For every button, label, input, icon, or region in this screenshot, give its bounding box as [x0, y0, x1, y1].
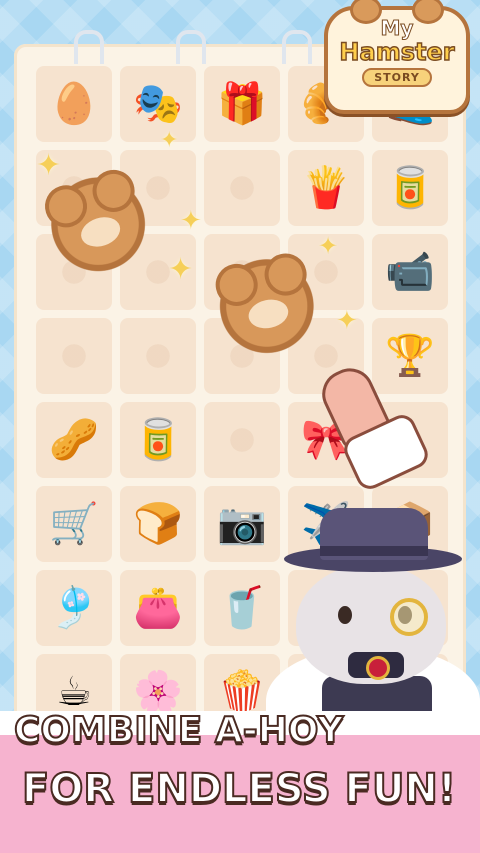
smoothie-item-glyph: 🥤: [217, 585, 267, 631]
gift-bag-item-glyph: 🎁: [217, 81, 267, 127]
wind-chime-item[interactable]: 🎐: [36, 570, 112, 646]
egg-and-bread-item-glyph: 🥚: [49, 81, 99, 127]
teddy-bear-face: [77, 212, 124, 252]
pistachio-item[interactable]: 🥜: [36, 402, 112, 478]
empty-cell[interactable]: [204, 150, 280, 226]
pistachio-item-glyph: 🥜: [49, 417, 99, 463]
camera-item[interactable]: 📹: [372, 234, 448, 310]
wind-chime-item-glyph: 🎐: [49, 585, 99, 631]
hamster-can-item[interactable]: 🥫: [372, 150, 448, 226]
logo-text-hamster: Hamster: [339, 37, 456, 66]
empty-cell[interactable]: [36, 318, 112, 394]
notebook-ring: [282, 30, 312, 64]
sparkle-icon: ✦: [160, 128, 179, 153]
game-logo: My Hamster STORY: [324, 0, 470, 114]
coffee-beans-item-glyph: ☕: [56, 669, 92, 715]
mascot-eye: [338, 606, 352, 624]
luggage-cart-item-glyph: 🛒: [49, 501, 99, 547]
hamster-can-item-glyph: 🥫: [385, 165, 435, 211]
snack-meal-item[interactable]: 🍟: [288, 150, 364, 226]
gift-bag-item[interactable]: 🎁: [204, 66, 280, 142]
empty-cell[interactable]: [204, 402, 280, 478]
logo-ears: [328, 0, 466, 24]
empty-cell[interactable]: [120, 318, 196, 394]
sparkle-icon: ✦: [336, 306, 358, 336]
logo-text-story: STORY: [362, 68, 432, 87]
sparkle-icon: ✦: [168, 252, 194, 287]
notebook-ring: [74, 30, 104, 64]
camera-item-glyph: 📹: [385, 249, 435, 295]
sparkle-icon: ✦: [318, 232, 339, 260]
sparkle-icon: ✦: [180, 206, 202, 236]
snack-meal-item-glyph: 🍟: [301, 165, 351, 211]
hamster-can-item[interactable]: 🥫: [120, 402, 196, 478]
tagline-line-2: FOR ENDLESS FUN!: [21, 765, 457, 813]
hamster-can-item-glyph: 🥫: [133, 417, 183, 463]
notebook-ring: [176, 30, 206, 64]
brooch-gem: [366, 656, 390, 680]
pointer-hand-icon: [314, 360, 433, 494]
egg-and-bread-item[interactable]: 🥚: [36, 66, 112, 142]
hat-band: [320, 546, 428, 556]
popcorn-item-glyph: 🍿: [217, 669, 267, 715]
tagline-line-1-text: COMBINE A-HOY: [13, 709, 344, 752]
flower-pot-item-glyph: 🌸: [133, 669, 183, 715]
face-mask-item-glyph: 🎭: [133, 81, 183, 127]
teddy-bear-face: [245, 296, 291, 332]
monocle-icon: [390, 598, 428, 636]
bear-camera-item-glyph: 📷: [217, 501, 267, 547]
cat-pouch-item-glyph: 👛: [133, 585, 183, 631]
bread-item-glyph: 🍞: [133, 501, 183, 547]
face-mask-item[interactable]: 🎭: [120, 66, 196, 142]
tagline-line-1: COMBINE A-HOY: [4, 709, 364, 758]
bread-item[interactable]: 🍞: [120, 486, 196, 562]
sparkle-icon: ✦: [36, 148, 62, 183]
logo-text-my: My: [380, 16, 414, 41]
cat-pouch-item[interactable]: 👛: [120, 570, 196, 646]
luggage-cart-item[interactable]: 🛒: [36, 486, 112, 562]
